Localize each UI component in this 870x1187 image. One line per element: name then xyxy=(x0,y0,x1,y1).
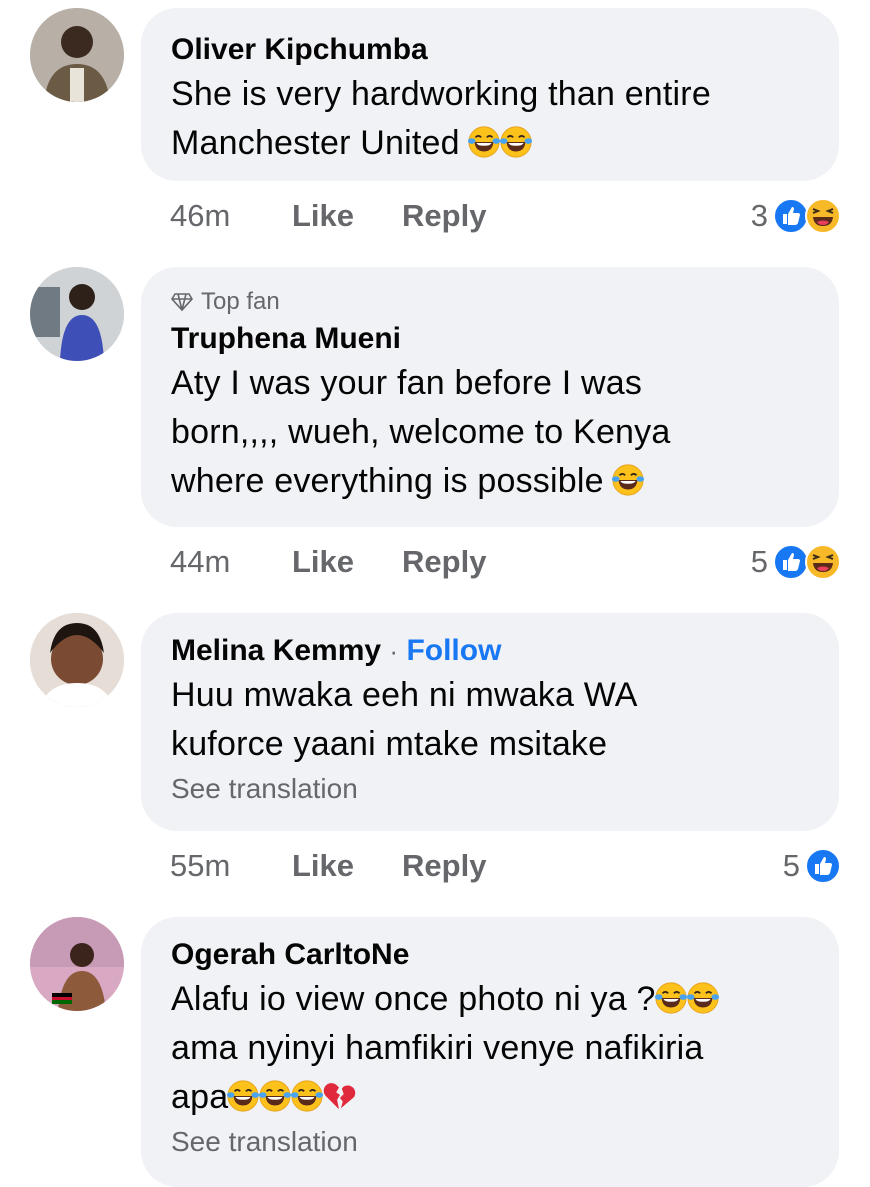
diamond-icon xyxy=(171,293,193,312)
avatar[interactable] xyxy=(30,267,124,361)
top-fan-badge: Top fan xyxy=(171,285,839,319)
comment-author-row: Melina Kemmy · Follow xyxy=(171,631,839,671)
avatar-photo xyxy=(30,917,124,1011)
reaction-summary[interactable]: 3 xyxy=(751,194,842,238)
comment-text: Huu mwaka eeh ni mwaka WA kuforce yaani … xyxy=(171,671,839,769)
reaction-summary[interactable]: 5 xyxy=(751,540,842,584)
see-translation-link[interactable]: See translation xyxy=(171,769,839,809)
comment-actions: 46m Like Reply xyxy=(170,194,534,238)
laughing-tears-icon xyxy=(290,1079,324,1113)
comment-line-text: apa xyxy=(171,1078,229,1116)
laughing-tears-icon xyxy=(258,1079,292,1113)
comment-line: Aty I was your fan before I was xyxy=(171,364,643,402)
comment-line: Alafu io view once photo ni ya ? xyxy=(171,975,839,1024)
comment-time[interactable]: 44m xyxy=(170,544,292,580)
like-reaction-icon xyxy=(804,847,842,885)
comment-text: She is very hardworking than entire Manc… xyxy=(171,70,839,168)
comment-line-text: Manchester United xyxy=(171,124,460,162)
reaction-summary[interactable]: 5 xyxy=(783,844,842,888)
reaction-count: 5 xyxy=(782,848,800,883)
comment-line-text: Alafu io view once photo ni ya ? xyxy=(171,980,656,1018)
comment-line: Huu mwaka eeh ni mwaka WA xyxy=(171,676,638,714)
top-fan-label: Top fan xyxy=(201,288,280,315)
reaction-count: 3 xyxy=(750,198,768,233)
comment-bubble: Ogerah CarltoNe Alafu io view once photo… xyxy=(141,917,839,1187)
reply-button[interactable]: Reply xyxy=(402,544,486,580)
like-button[interactable]: Like xyxy=(292,848,354,884)
comment-text: Alafu io view once photo ni ya ? ama nyi… xyxy=(171,975,839,1122)
avatar[interactable] xyxy=(30,8,124,102)
comment-line: born,,,, wueh, welcome to Kenya xyxy=(171,413,671,451)
comment-bubble: Oliver Kipchumba She is very hardworking… xyxy=(141,8,839,181)
comment-author[interactable]: Oliver Kipchumba xyxy=(171,30,839,70)
comment-line: apa xyxy=(171,1073,839,1122)
laughing-tears-icon xyxy=(654,981,688,1015)
laughing-tears-icon xyxy=(611,463,645,497)
comment-line-text: where everything is possible xyxy=(171,462,604,500)
comment-author[interactable]: Ogerah CarltoNe xyxy=(171,935,839,975)
comment-line: She is very hardworking than entire xyxy=(171,75,711,113)
comment-line: ama nyinyi hamfikiri venye nafikiria xyxy=(171,1029,704,1067)
broken-heart-icon xyxy=(322,1079,356,1113)
laughing-tears-icon xyxy=(686,981,720,1015)
like-button[interactable]: Like xyxy=(292,544,354,580)
avatar-photo xyxy=(30,267,124,361)
comment-bubble: Melina Kemmy · Follow Huu mwaka eeh ni m… xyxy=(141,613,839,831)
comment-actions: 55m Like Reply xyxy=(170,844,534,888)
reaction-count: 5 xyxy=(750,544,768,579)
reply-button[interactable]: Reply xyxy=(402,198,486,234)
avatar[interactable] xyxy=(30,613,124,707)
avatar-photo xyxy=(30,8,124,102)
comment-line: kuforce yaani mtake msitake xyxy=(171,725,608,763)
avatar[interactable] xyxy=(30,917,124,1011)
haha-reaction-icon xyxy=(804,543,842,581)
comment-time[interactable]: 46m xyxy=(170,198,292,234)
see-translation-link[interactable]: See translation xyxy=(171,1122,839,1162)
comment-line: Manchester United xyxy=(171,119,839,168)
comment-time[interactable]: 55m xyxy=(170,848,292,884)
comment-author[interactable]: Melina Kemmy xyxy=(171,634,381,667)
comment-text: Aty I was your fan before I was born,,,,… xyxy=(171,359,839,506)
laughing-tears-icon xyxy=(499,125,533,159)
avatar-photo xyxy=(30,613,124,707)
laughing-tears-icon xyxy=(467,125,501,159)
comment-line: where everything is possible xyxy=(171,457,839,506)
like-button[interactable]: Like xyxy=(292,198,354,234)
comment-actions: 44m Like Reply xyxy=(170,540,534,584)
follow-separator: · xyxy=(389,636,399,666)
haha-reaction-icon xyxy=(804,197,842,235)
comment-author[interactable]: Truphena Mueni xyxy=(171,319,839,359)
follow-button[interactable]: Follow xyxy=(406,634,501,667)
laughing-tears-icon xyxy=(226,1079,260,1113)
reply-button[interactable]: Reply xyxy=(402,848,486,884)
comment-bubble: Top fan Truphena Mueni Aty I was your fa… xyxy=(141,267,839,527)
